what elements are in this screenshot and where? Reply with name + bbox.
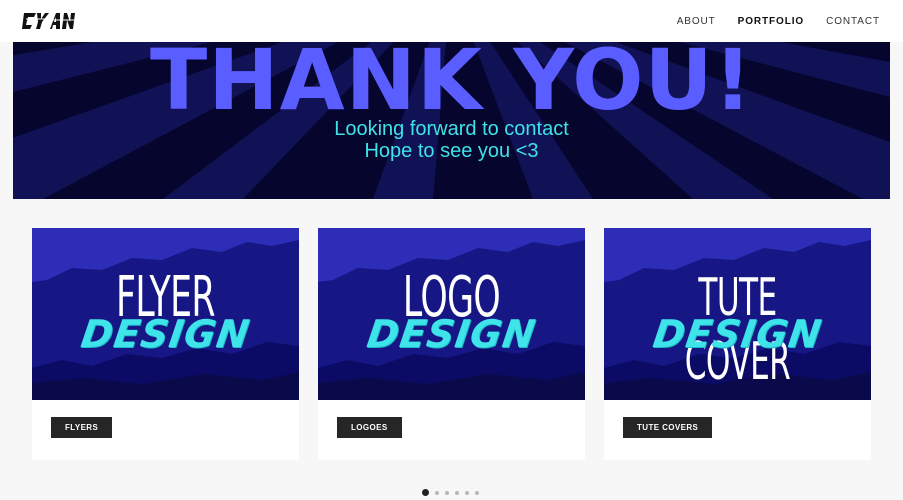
card-thumbnail-script: DESIGN <box>650 312 825 356</box>
hero-banner: THANK YOU! Looking forward to contact Ho… <box>13 42 890 199</box>
pager-dot-5[interactable] <box>465 490 469 495</box>
brand-logo[interactable] <box>22 10 76 32</box>
brand-logo-mark <box>22 13 75 29</box>
category-tag-tute-covers[interactable]: TUTE COVERS <box>623 417 713 438</box>
pager-dot-2[interactable] <box>435 490 439 495</box>
site-header: ABOUT PORTFOLIO CONTACT <box>0 0 903 42</box>
nav-contact[interactable]: CONTACT <box>826 16 880 27</box>
carousel-pager <box>422 489 479 496</box>
pager-dot-6[interactable] <box>475 490 479 495</box>
hero-title: THANK YOU! <box>149 42 753 129</box>
portfolio-card-tute-covers[interactable]: TUTE COVER DESIGN TUTE COVERS <box>604 228 871 460</box>
card-thumbnail-script: DESIGN <box>364 312 539 356</box>
category-tag-logoes[interactable]: LOGOES <box>337 417 402 438</box>
hero-subtitle-line-1: Looking forward to contact <box>334 118 569 140</box>
main-nav: ABOUT PORTFOLIO CONTACT <box>677 16 880 27</box>
pager-dot-1[interactable] <box>422 489 429 496</box>
category-tag-flyers[interactable]: FLYERS <box>51 417 113 438</box>
hero-subtitle-line-2: Hope to see you <3 <box>364 140 539 162</box>
card-thumbnail[interactable]: FLYER DESIGN <box>32 228 299 400</box>
pager-dot-3[interactable] <box>445 490 449 495</box>
card-thumbnail[interactable]: LOGO DESIGN <box>318 228 585 400</box>
portfolio-card-logoes[interactable]: LOGO DESIGN LOGOES <box>318 228 585 460</box>
nav-portfolio[interactable]: PORTFOLIO <box>738 16 804 27</box>
nav-about[interactable]: ABOUT <box>677 16 716 27</box>
portfolio-card-flyers[interactable]: FLYER DESIGN FLYERS <box>32 228 299 460</box>
card-thumbnail-script: DESIGN <box>78 312 253 356</box>
card-thumbnail[interactable]: TUTE COVER DESIGN <box>604 228 871 400</box>
pager-dot-4[interactable] <box>455 490 459 495</box>
